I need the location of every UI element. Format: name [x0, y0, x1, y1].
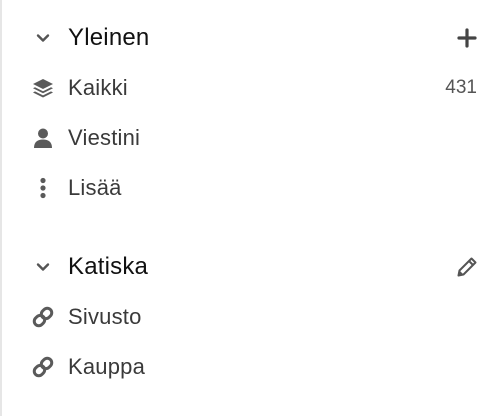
sidebar-item-viestini[interactable]: Viestini — [2, 118, 500, 158]
sidebar-item-label: Kauppa — [68, 354, 146, 379]
user-icon — [30, 125, 56, 151]
sidebar-item-label: Sivusto — [68, 304, 142, 329]
item-count-badge: 431 — [445, 77, 477, 98]
sidebar-item-label: Viestini — [68, 125, 141, 150]
section-header-yleinen[interactable]: Yleinen — [2, 18, 500, 58]
link-icon — [30, 304, 56, 330]
section-header-katiska[interactable]: Katiska — [2, 247, 500, 287]
sidebar-item-kauppa[interactable]: Kauppa — [2, 347, 500, 387]
sidebar-panel: Yleinen Kaikki 431 Viestini Lisää Katisk… — [0, 0, 500, 416]
sidebar-item-label: Kaikki — [68, 75, 128, 100]
layers-icon — [30, 75, 56, 101]
section-title: Yleinen — [68, 24, 150, 51]
sidebar-item-sivusto[interactable]: Sivusto — [2, 297, 500, 337]
sidebar-item-kaikki[interactable]: Kaikki 431 — [2, 68, 500, 108]
plus-icon[interactable] — [454, 25, 480, 51]
section-title: Katiska — [68, 253, 149, 280]
pencil-icon[interactable] — [454, 254, 480, 280]
sidebar-item-label: Lisää — [68, 175, 122, 200]
link-icon — [30, 354, 56, 380]
chevron-down-icon[interactable] — [30, 254, 56, 280]
chevron-down-icon[interactable] — [30, 25, 56, 51]
sidebar-item-lisaa[interactable]: Lisää — [2, 168, 500, 208]
more-vertical-icon — [30, 175, 56, 201]
